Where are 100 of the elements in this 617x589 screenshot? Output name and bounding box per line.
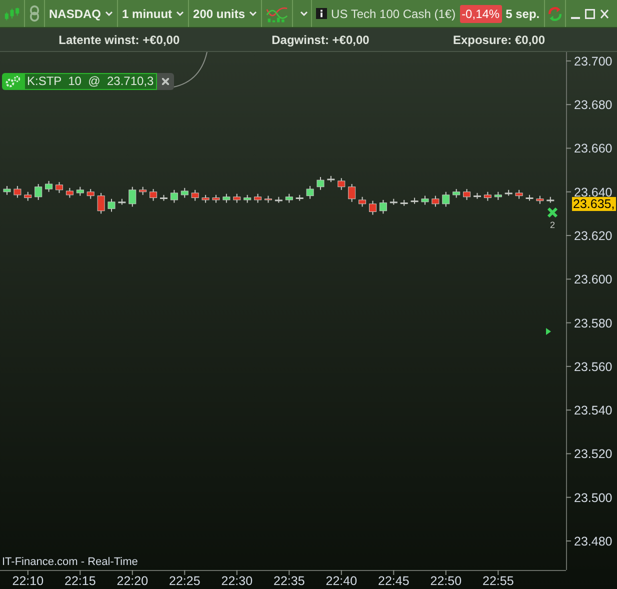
candle bbox=[66, 187, 74, 198]
candle bbox=[160, 194, 168, 202]
caret-icon bbox=[105, 11, 114, 16]
candle bbox=[118, 198, 126, 206]
candle bbox=[432, 195, 440, 208]
link-icon[interactable] bbox=[30, 5, 39, 22]
price-label: 23.600 bbox=[574, 272, 612, 287]
candle bbox=[97, 192, 105, 214]
candle bbox=[274, 196, 282, 204]
time-label: 22:20 bbox=[116, 574, 148, 587]
current-price-label: 23.635, bbox=[572, 197, 616, 211]
units-dropdown[interactable]: 200 units bbox=[189, 0, 262, 27]
candle bbox=[108, 198, 116, 212]
time-label: 22:40 bbox=[326, 574, 358, 587]
source-label: IT-Finance.com - Real-Time bbox=[2, 557, 138, 568]
candle bbox=[421, 195, 429, 206]
price-label: 23.700 bbox=[574, 54, 612, 68]
price-label: 23.580 bbox=[574, 316, 612, 330]
candle bbox=[222, 193, 230, 204]
instrument-name: US Tech 100 Cash (1€) bbox=[331, 6, 456, 22]
candle bbox=[3, 185, 11, 196]
candle bbox=[244, 194, 252, 204]
price-label: 23.660 bbox=[574, 142, 612, 156]
maximize-icon[interactable] bbox=[584, 8, 595, 18]
time-label: 22:55 bbox=[482, 574, 514, 587]
price-label: 23.560 bbox=[574, 360, 612, 374]
price-label: 23.480 bbox=[574, 534, 612, 548]
candle bbox=[34, 184, 42, 200]
time-label: 22:30 bbox=[221, 574, 253, 587]
time-label: 22:35 bbox=[274, 574, 305, 587]
market-dropdown[interactable]: NASDAQ bbox=[45, 0, 118, 27]
close-icon[interactable] bbox=[600, 8, 609, 18]
info-icon[interactable] bbox=[316, 8, 328, 19]
date-label: 5 sep. bbox=[506, 6, 540, 22]
candle bbox=[474, 192, 481, 200]
price-label: 23.540 bbox=[574, 404, 612, 418]
candle bbox=[264, 195, 272, 204]
candle bbox=[536, 195, 544, 204]
time-label: 22:25 bbox=[169, 574, 200, 587]
time-label: 22:10 bbox=[12, 574, 44, 587]
candle bbox=[191, 189, 199, 202]
candle bbox=[348, 184, 356, 202]
time-label: 22:50 bbox=[430, 574, 462, 587]
summary-label: Latente winst: +€0,00 bbox=[58, 32, 181, 48]
candle bbox=[170, 189, 178, 204]
candle bbox=[306, 185, 314, 200]
cross-icon bbox=[547, 207, 558, 218]
summary-label: Exposure: €0,00 bbox=[452, 32, 546, 48]
candle bbox=[369, 200, 376, 216]
candle bbox=[327, 175, 335, 183]
caret-icon bbox=[300, 11, 308, 16]
candle bbox=[338, 178, 346, 190]
interval-dropdown[interactable]: 1 minuut bbox=[118, 0, 190, 27]
settings-button[interactable] bbox=[2, 73, 24, 90]
candle bbox=[546, 196, 554, 204]
candle bbox=[76, 186, 84, 196]
time-label: 22:15 bbox=[64, 574, 96, 587]
candle bbox=[390, 198, 398, 206]
candle bbox=[316, 176, 324, 190]
candle bbox=[233, 193, 241, 204]
candle bbox=[410, 197, 418, 204]
candle bbox=[515, 189, 523, 200]
candle bbox=[180, 187, 188, 198]
candle bbox=[504, 189, 512, 196]
candle bbox=[463, 188, 471, 200]
candle bbox=[452, 188, 460, 198]
candle bbox=[296, 194, 304, 202]
summary-label: Dagwinst: +€0,00 bbox=[270, 32, 370, 48]
price-label: 23.640 bbox=[574, 185, 612, 200]
settings-icon bbox=[5, 74, 21, 88]
candle bbox=[150, 188, 158, 202]
candle bbox=[379, 199, 387, 214]
candle bbox=[442, 191, 450, 208]
price-label: 23.520 bbox=[574, 447, 612, 462]
close-icon bbox=[162, 78, 169, 85]
candle bbox=[24, 191, 32, 202]
candle bbox=[212, 194, 220, 204]
caret-icon bbox=[176, 11, 184, 16]
time-label: 22:45 bbox=[378, 574, 410, 587]
candle bbox=[128, 186, 136, 208]
candle bbox=[400, 199, 408, 206]
candle bbox=[139, 186, 147, 196]
candle bbox=[484, 191, 492, 202]
candle bbox=[254, 193, 262, 204]
candlestick-icon[interactable] bbox=[4, 6, 20, 22]
caret-icon bbox=[249, 11, 258, 16]
refresh-icon[interactable] bbox=[546, 6, 563, 22]
price-label: 23.680 bbox=[574, 98, 612, 112]
candle bbox=[45, 180, 53, 192]
candle bbox=[494, 191, 502, 200]
triangle-icon bbox=[546, 328, 551, 335]
price-label: 23.500 bbox=[574, 490, 612, 505]
candle bbox=[14, 185, 22, 198]
candle bbox=[358, 196, 366, 208]
candle bbox=[56, 182, 63, 194]
candle bbox=[526, 194, 534, 202]
price-label: 23.620 bbox=[574, 229, 612, 243]
marker-count: 2 bbox=[550, 221, 556, 230]
order-label: K:STP 10 @ 23.710,3 bbox=[24, 73, 157, 90]
close-order-button[interactable] bbox=[156, 73, 174, 90]
